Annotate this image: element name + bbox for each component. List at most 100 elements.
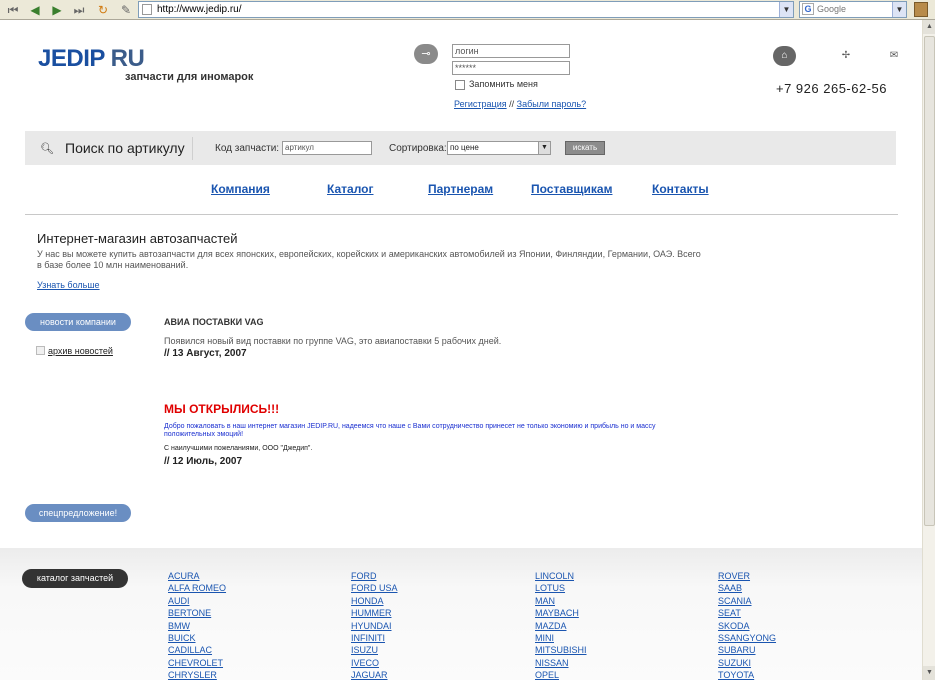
mail-icon[interactable]: ✉: [884, 46, 904, 66]
forgot-password-link[interactable]: Забыли пароль?: [517, 99, 586, 109]
nav-contacts[interactable]: Контакты: [652, 182, 709, 196]
special-offer-button[interactable]: спецпредложение!: [25, 504, 131, 522]
brand-link[interactable]: MAN: [535, 595, 587, 607]
news-archive-link[interactable]: архив новостей: [48, 346, 113, 356]
brand-link[interactable]: MAZDA: [535, 620, 587, 632]
tagline: запчасти для иномарок: [125, 71, 254, 83]
brand-link[interactable]: ROVER: [718, 570, 776, 582]
brand-link[interactable]: INFINITI: [351, 632, 398, 644]
edit-icon[interactable]: ✎: [118, 2, 134, 18]
auth-links: Регистрация // Забыли пароль?: [454, 99, 586, 109]
google-icon: G: [802, 3, 814, 15]
news-title: АВИА ПОСТАВКИ VAG: [164, 317, 264, 327]
extension-icon[interactable]: [914, 2, 928, 17]
brand-link[interactable]: HONDA: [351, 595, 398, 607]
nav-company[interactable]: Компания: [211, 182, 270, 196]
links-separator: //: [506, 99, 517, 109]
phone-number: +7 926 265-62-56: [776, 81, 888, 96]
brand-link[interactable]: MITSUBISHI: [535, 644, 587, 656]
forward-icon[interactable]: ▶: [49, 2, 65, 18]
learn-more-link[interactable]: Узнать больше: [37, 280, 100, 290]
brand-link[interactable]: BUICK: [168, 632, 226, 644]
brand-link[interactable]: SUZUKI: [718, 657, 776, 669]
archive-icon: [36, 346, 45, 355]
sort-value: по цене: [450, 143, 479, 152]
brand-link[interactable]: SUBARU: [718, 644, 776, 656]
brand-link[interactable]: BERTONE: [168, 607, 226, 619]
search-button[interactable]: искать: [565, 141, 605, 155]
register-link[interactable]: Регистрация: [454, 99, 507, 109]
brand-column: ROVER SAAB SCANIA SEAT SKODA SSANGYONG S…: [718, 570, 776, 682]
catalog-section: [0, 548, 922, 680]
nav-partners[interactable]: Партнерам: [428, 182, 493, 196]
brand-link[interactable]: FORD: [351, 570, 398, 582]
scroll-up-icon[interactable]: ▲: [923, 20, 935, 34]
remember-label: Запомнить меня: [469, 79, 538, 89]
browser-toolbar: ⏮ ◀ ▶ ⏭ ↻ ✎ http://www.jedip.ru/ ▼ G Goo…: [0, 0, 935, 20]
brand-link[interactable]: CHEVROLET: [168, 657, 226, 669]
brand-link[interactable]: IVECO: [351, 657, 398, 669]
browser-search-box[interactable]: G Google ▼: [799, 1, 907, 18]
plus-icon[interactable]: ✢: [836, 46, 856, 66]
nav-catalog[interactable]: Каталог: [327, 182, 374, 196]
brand-link[interactable]: LOTUS: [535, 582, 587, 594]
brand-link[interactable]: BMW: [168, 620, 226, 632]
code-label: Код запчасти:: [215, 143, 280, 154]
login-input[interactable]: логин: [452, 44, 570, 58]
reload-icon[interactable]: ↻: [95, 2, 111, 18]
brand-link[interactable]: AUDI: [168, 595, 226, 607]
part-search-bar: 🔍︎ Поиск по артикулу Код запчасти: артик…: [25, 131, 896, 165]
remember-checkbox[interactable]: [455, 80, 465, 90]
back-first-icon[interactable]: ⏮: [5, 2, 21, 18]
news-title: МЫ ОТКРЫЛИСЬ!!!: [164, 402, 280, 416]
home-icon[interactable]: ⌂: [773, 46, 796, 66]
news-date: // 13 Август, 2007: [164, 348, 247, 359]
chevron-down-icon[interactable]: ▼: [779, 2, 793, 17]
brand-link[interactable]: ISUZU: [351, 644, 398, 656]
brand-link[interactable]: SKODA: [718, 620, 776, 632]
brand-link[interactable]: FORD USA: [351, 582, 398, 594]
brand-link[interactable]: NISSAN: [535, 657, 587, 669]
nav-divider: [25, 214, 898, 215]
page-icon: [142, 4, 152, 15]
brand-link[interactable]: SSANGYONG: [718, 632, 776, 644]
brand-column: FORD FORD USA HONDA HUMMER HYUNDAI INFIN…: [351, 570, 398, 682]
scroll-thumb[interactable]: [924, 36, 935, 526]
news-signature: С наилучшими пожеланиями, ООО "Джедип".: [164, 445, 313, 452]
sort-select[interactable]: по цене ▼: [447, 141, 551, 155]
brand-link[interactable]: HYUNDAI: [351, 620, 398, 632]
chevron-down-icon[interactable]: ▼: [538, 142, 550, 154]
chevron-down-icon[interactable]: ▼: [892, 2, 906, 17]
sort-label: Сортировка:: [389, 143, 447, 154]
part-code-input[interactable]: артикул: [282, 141, 372, 155]
brand-link[interactable]: MINI: [535, 632, 587, 644]
divider: [192, 137, 193, 160]
brand-column: ACURA ALFA ROMEO AUDI BERTONE BMW BUICK …: [168, 570, 226, 682]
brand-link[interactable]: SCANIA: [718, 595, 776, 607]
nav-suppliers[interactable]: Поставщикам: [531, 182, 612, 196]
site-logo[interactable]: JEDIP RU: [38, 45, 145, 73]
search-engine-label: Google: [817, 4, 847, 14]
brand-link[interactable]: HUMMER: [351, 607, 398, 619]
address-bar[interactable]: http://www.jedip.ru/ ▼: [138, 1, 794, 18]
logo-suffix: RU: [104, 45, 145, 72]
intro-text: У нас вы можете купить автозапчасти для …: [37, 249, 701, 270]
address-url: http://www.jedip.ru/: [157, 4, 242, 15]
brand-link[interactable]: ACURA: [168, 570, 226, 582]
scroll-down-icon[interactable]: ▼: [923, 666, 935, 680]
news-text: Добро пожаловать в наш интернет магазин …: [164, 423, 656, 438]
parts-catalog-button[interactable]: каталог запчастей: [22, 569, 128, 588]
brand-link[interactable]: SAAB: [718, 582, 776, 594]
back-icon[interactable]: ◀: [27, 2, 43, 18]
company-news-button[interactable]: новости компании: [25, 313, 131, 331]
password-input[interactable]: ******: [452, 61, 570, 75]
logo-main: JEDIP: [38, 45, 105, 72]
brand-link[interactable]: LINCOLN: [535, 570, 587, 582]
brand-link[interactable]: CADILLAC: [168, 644, 226, 656]
brand-link[interactable]: MAYBACH: [535, 607, 587, 619]
brand-link[interactable]: ALFA ROMEO: [168, 582, 226, 594]
forward-last-icon[interactable]: ⏭: [71, 2, 87, 18]
brand-link[interactable]: SEAT: [718, 607, 776, 619]
vertical-scrollbar[interactable]: ▲ ▼: [922, 20, 935, 680]
key-icon: ⊸: [414, 44, 438, 64]
